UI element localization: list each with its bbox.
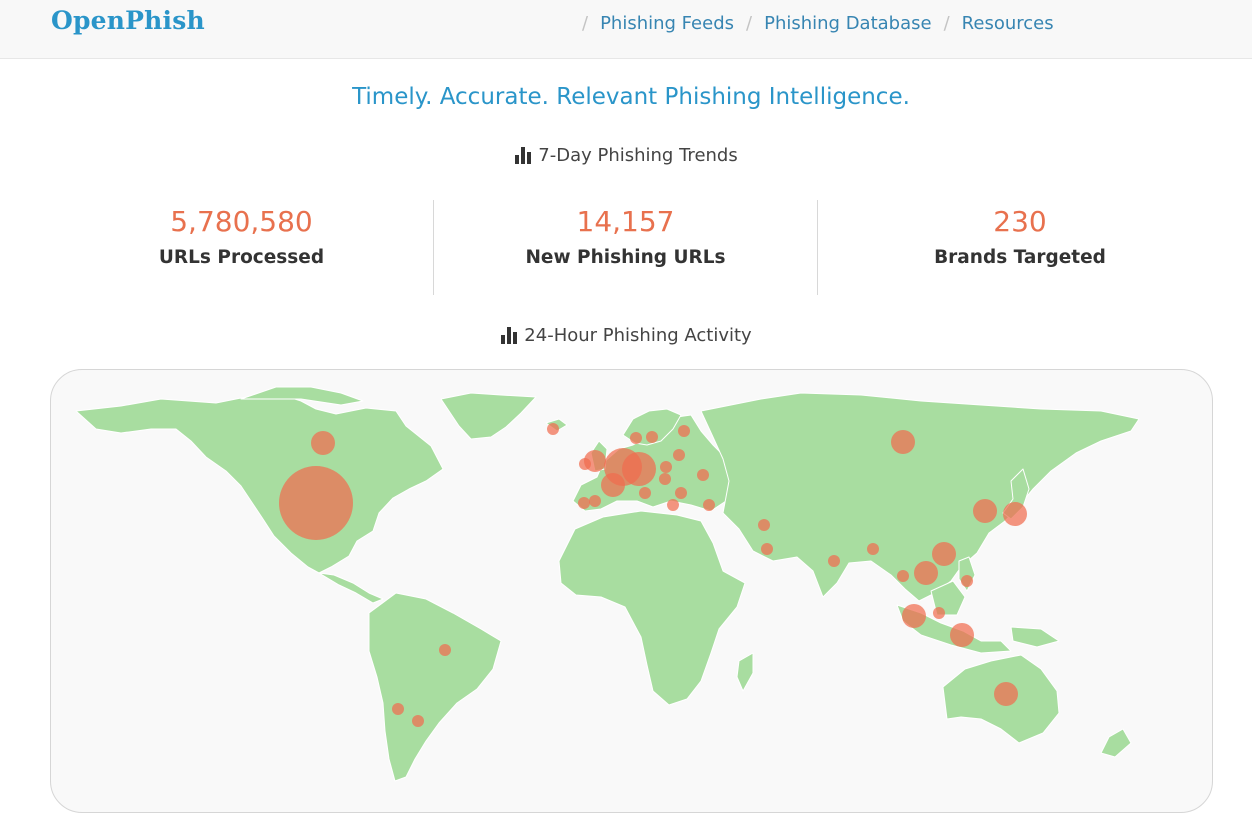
hotspot-bubble[interactable] [891, 430, 915, 454]
hotspot-bubble[interactable] [439, 644, 451, 656]
hotspot-bubble[interactable] [697, 469, 709, 481]
stat-new-phishing-urls: 14,157 New Phishing URLs [434, 200, 817, 295]
phishing-activity-map[interactable] [50, 369, 1213, 813]
stat-value: 5,780,580 [170, 205, 313, 238]
hotspot-bubble[interactable] [630, 432, 642, 444]
bar-chart-icon [500, 327, 518, 344]
hotspot-bubble[interactable] [678, 425, 690, 437]
land-north-america [75, 392, 444, 574]
land-greenland [440, 392, 537, 440]
hotspot-bubble[interactable] [412, 715, 424, 727]
nav-separator: / [943, 12, 950, 34]
stat-label: Brands Targeted [934, 247, 1106, 268]
hotspot-bubble[interactable] [897, 570, 909, 582]
land-central-america [318, 572, 384, 604]
hotspot-bubble[interactable] [761, 543, 773, 555]
hotspot-bubble[interactable] [584, 450, 606, 472]
land-new-guinea [1010, 626, 1060, 648]
activity-title: 24-Hour Phishing Activity [0, 325, 1252, 346]
top-navbar: OpenPhish / Phishing Feeds / Phishing Da… [0, 0, 1252, 59]
hotspot-bubble[interactable] [1003, 502, 1027, 526]
nav-link-resources[interactable]: Resources [962, 13, 1054, 34]
hotspot-bubble[interactable] [932, 542, 956, 566]
hotspot-bubble[interactable] [673, 449, 685, 461]
trends-title-text: 7-Day Phishing Trends [538, 145, 738, 166]
hotspot-bubble[interactable] [646, 431, 658, 443]
land-masses [75, 386, 1140, 782]
hotspot-bubble[interactable] [675, 487, 687, 499]
nav-separator: / [582, 12, 589, 34]
hotspot-bubble[interactable] [660, 461, 672, 473]
stat-label: URLs Processed [158, 247, 325, 268]
brand-logo-link[interactable]: OpenPhish [51, 6, 205, 35]
hotspot-bubble[interactable] [659, 473, 671, 485]
hotspot-bubble[interactable] [622, 452, 656, 486]
nav-separator: / [746, 12, 753, 34]
hotspot-bubble[interactable] [758, 519, 770, 531]
land-madagascar [736, 652, 754, 692]
hotspot-bubble[interactable] [973, 499, 997, 523]
hotspot-bubble[interactable] [933, 607, 945, 619]
trend-stats: 5,780,580 URLs Processed 14,157 New Phis… [50, 200, 1202, 295]
hotspot-bubble[interactable] [589, 495, 601, 507]
hotspot-bubble[interactable] [279, 466, 353, 540]
page-tagline: Timely. Accurate. Relevant Phishing Inte… [352, 84, 910, 110]
hotspot-bubble[interactable] [667, 499, 679, 511]
land-new-zealand [1100, 728, 1132, 758]
hotspot-bubble[interactable] [639, 487, 651, 499]
hotspot-bubble[interactable] [902, 604, 926, 628]
hotspot-bubble[interactable] [703, 499, 715, 511]
hotspot-bubble[interactable] [961, 575, 973, 587]
nav-link-phishing-feeds[interactable]: Phishing Feeds [600, 13, 734, 34]
stat-value: 14,157 [576, 205, 675, 238]
hotspot-bubble[interactable] [578, 497, 590, 509]
stat-value: 230 [993, 205, 1047, 238]
land-africa [558, 510, 746, 706]
stat-urls-processed: 5,780,580 URLs Processed [50, 200, 433, 295]
hotspot-bubble[interactable] [601, 473, 625, 497]
activity-title-text: 24-Hour Phishing Activity [524, 325, 752, 346]
hotspot-bubble[interactable] [867, 543, 879, 555]
trends-title: 7-Day Phishing Trends [0, 145, 1252, 166]
hotspot-bubble[interactable] [950, 623, 974, 647]
bar-chart-icon [514, 147, 532, 164]
nav-link-phishing-database[interactable]: Phishing Database [764, 13, 932, 34]
hotspot-bubble[interactable] [994, 682, 1018, 706]
land-south-america [368, 592, 502, 782]
hotspot-bubble[interactable] [392, 703, 404, 715]
main-nav: / Phishing Feeds / Phishing Database / R… [582, 11, 1066, 35]
stat-brands-targeted: 230 Brands Targeted [818, 200, 1222, 295]
hotspot-bubble[interactable] [311, 431, 335, 455]
hotspot-bubble[interactable] [828, 555, 840, 567]
hotspot-bubble[interactable] [914, 561, 938, 585]
world-map [75, 386, 1140, 782]
stat-label: New Phishing URLs [525, 247, 726, 268]
hotspot-bubble[interactable] [547, 423, 559, 435]
